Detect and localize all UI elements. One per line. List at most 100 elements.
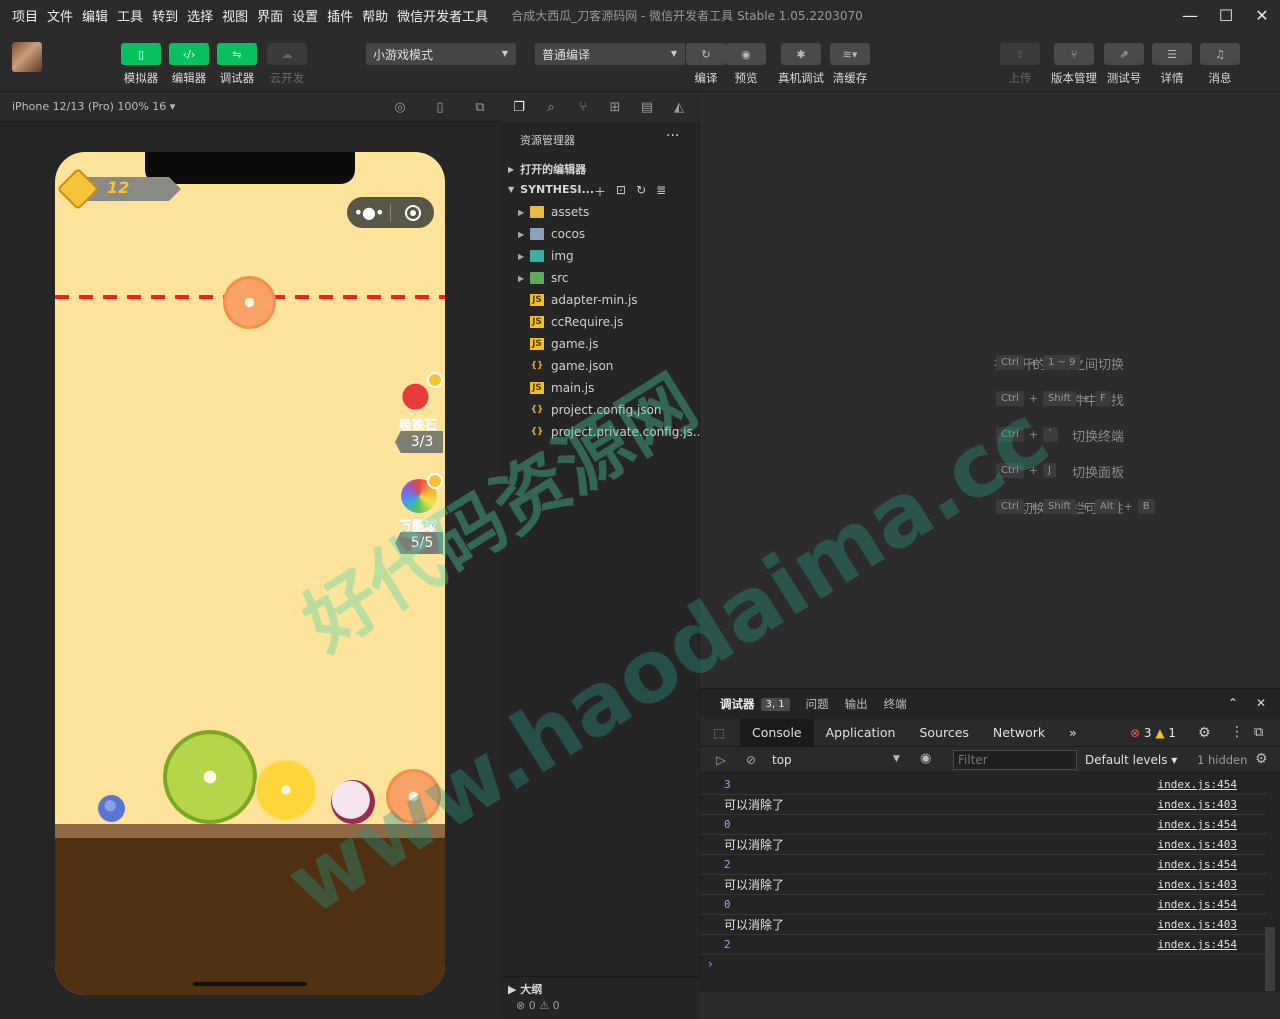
filter-input[interactable] <box>953 750 1077 770</box>
version-button[interactable]: ⑂ 版本管理 <box>1051 43 1097 86</box>
real-debug-button[interactable]: ✱ 真机调试 <box>778 43 824 86</box>
rainbow-ball-powerup[interactable]: 万能球 5/5 <box>393 473 445 559</box>
inspect-icon[interactable]: ⬚ <box>708 722 730 744</box>
tree-item-adapter-min[interactable]: JS adapter-min.js <box>518 289 638 311</box>
tree-item-ccrequire[interactable]: JS ccRequire.js <box>518 311 623 333</box>
project-section[interactable]: ▼ SYNTHESI... <box>508 183 594 196</box>
upload-button[interactable]: ⇪ 上传 <box>1000 43 1040 86</box>
tab-output[interactable]: 输出 <box>845 696 868 712</box>
tree-item-cocos[interactable]: ▶ cocos <box>518 223 585 245</box>
menu-project[interactable]: 项目 <box>12 6 38 25</box>
files-icon[interactable]: ❐ <box>508 96 530 118</box>
clear-console-icon[interactable]: ⊘ <box>740 749 762 771</box>
tree-item-assets[interactable]: ▶ assets <box>518 201 589 223</box>
avatar[interactable] <box>12 42 42 72</box>
chevron-up-icon[interactable]: ⌃ <box>1228 696 1238 710</box>
source-link[interactable]: index.js:403 <box>1158 878 1237 891</box>
menu-file[interactable]: 文件 <box>47 6 73 25</box>
source-link[interactable]: index.js:454 <box>1158 938 1237 951</box>
compile-select[interactable]: 普通编译 ▼ <box>535 43 685 65</box>
tree-item-src[interactable]: ▶ src <box>518 267 569 289</box>
collapse-all-icon[interactable]: ≣ <box>656 183 666 200</box>
source-link[interactable]: index.js:454 <box>1158 818 1237 831</box>
close-icon[interactable]: ✕ <box>1244 0 1280 30</box>
close-target-icon[interactable] <box>391 204 434 221</box>
error-warning-counter[interactable]: ⊗ 3 ▲ 1 <box>1130 726 1176 740</box>
clear-cache-button[interactable]: ≋▾ 清缓存 <box>830 43 870 86</box>
preview-button[interactable]: ◉ 预览 <box>726 43 766 86</box>
source-link[interactable]: index.js:454 <box>1158 898 1237 911</box>
menu-interface[interactable]: 界面 <box>257 6 283 25</box>
record-icon[interactable]: ◎ <box>392 99 408 115</box>
gear-icon[interactable]: ⚙ <box>1255 751 1268 767</box>
device-select[interactable]: iPhone 12/13 (Pro) 100% 16 ▾ <box>12 100 175 113</box>
editor-toggle-button[interactable]: ‹/› 编辑器 <box>169 43 209 86</box>
tab-debugger[interactable]: 调试器 <box>720 696 755 712</box>
tree-item-project-config[interactable]: {} project.config.json <box>518 399 662 421</box>
cloud-dev-button[interactable]: ☁ 云开发 <box>267 43 307 86</box>
console-scrollbar[interactable] <box>1265 927 1275 991</box>
source-link[interactable]: index.js:403 <box>1158 798 1237 811</box>
open-editors-section[interactable]: ▶ 打开的编辑器 <box>508 161 586 177</box>
source-control-icon[interactable]: ⑂ <box>572 96 594 118</box>
more-dots-icon[interactable]: •●• <box>347 203 390 222</box>
compile-button[interactable]: ↻ 编译 <box>686 43 726 86</box>
new-folder-icon[interactable]: ⊡ <box>616 183 626 200</box>
simulator-toggle-button[interactable]: ▯ 模拟器 <box>121 43 161 86</box>
extensions-icon[interactable]: ⊞ <box>604 96 626 118</box>
menu-settings[interactable]: 设置 <box>292 6 318 25</box>
storage-icon[interactable]: ▤ <box>636 96 658 118</box>
minimize-icon[interactable]: — <box>1172 0 1208 30</box>
game-screen[interactable]: 12 •●• 吸铁石 3/3 万能球 5/5 <box>55 152 445 995</box>
eye-icon[interactable]: ◉ <box>920 751 931 766</box>
source-link[interactable]: index.js:403 <box>1158 918 1237 931</box>
tree-item-img[interactable]: ▶ img <box>518 245 574 267</box>
menu-view[interactable]: 视图 <box>222 6 248 25</box>
dock-icon[interactable]: ⧉ <box>1254 725 1263 740</box>
outline-section[interactable]: ▶ 大纲 ⊗ 0 ⚠ 0 <box>500 976 700 1019</box>
menu-edit[interactable]: 编辑 <box>82 6 108 25</box>
console-prompt[interactable]: › <box>708 957 713 971</box>
tree-item-project-private-config[interactable]: {} project.private.config.js... <box>518 421 705 443</box>
status-problems[interactable]: ⊗ 0 ⚠ 0 <box>516 999 560 1012</box>
magnet-powerup[interactable]: 吸铁石 3/3 <box>393 372 445 458</box>
mode-select[interactable]: 小游戏模式 ▼ <box>366 43 516 65</box>
new-file-icon[interactable]: ＋ <box>594 183 606 200</box>
test-account-button[interactable]: ⇗ 测试号 <box>1104 43 1144 86</box>
source-link[interactable]: index.js:454 <box>1158 778 1237 791</box>
tab-application[interactable]: Application <box>814 719 908 747</box>
messages-button[interactable]: ♫ 消息 <box>1200 43 1240 86</box>
refresh-icon[interactable]: ↻ <box>636 183 646 200</box>
source-link[interactable]: index.js:403 <box>1158 838 1237 851</box>
close-icon[interactable]: ✕ <box>1256 696 1266 710</box>
tab-sources[interactable]: Sources <box>907 719 980 747</box>
debugger-toggle-button[interactable]: ⇋ 调试器 <box>217 43 257 86</box>
menu-wechat-devtools[interactable]: 微信开发者工具 <box>397 6 488 25</box>
more-tabs-icon[interactable]: » <box>1057 719 1089 747</box>
search-icon[interactable]: ⌕ <box>540 96 562 118</box>
tree-item-game-json[interactable]: {} game.json <box>518 355 614 377</box>
kebab-icon[interactable]: ⋮ <box>1230 724 1244 740</box>
source-link[interactable]: index.js:454 <box>1158 858 1237 871</box>
phone-rotate-icon[interactable]: ▯ <box>432 99 448 115</box>
docker-icon[interactable]: ◭ <box>668 96 690 118</box>
maximize-icon[interactable]: ☐ <box>1208 0 1244 30</box>
gear-icon[interactable]: ⚙ <box>1198 725 1211 741</box>
tab-terminal[interactable]: 终端 <box>884 696 907 712</box>
tab-problems[interactable]: 问题 <box>806 696 829 712</box>
menu-plugins[interactable]: 插件 <box>327 6 353 25</box>
tab-network[interactable]: Network <box>981 719 1057 747</box>
details-button[interactable]: ☰ 详情 <box>1152 43 1192 86</box>
menu-help[interactable]: 帮助 <box>362 6 388 25</box>
context-select[interactable]: top <box>772 753 792 767</box>
more-dots-icon[interactable]: ··· <box>666 128 679 144</box>
tree-item-game-js[interactable]: JS game.js <box>518 333 598 355</box>
levels-select[interactable]: Default levels ▾ <box>1085 753 1177 767</box>
menu-tools[interactable]: 工具 <box>117 6 143 25</box>
menu-select[interactable]: 选择 <box>187 6 213 25</box>
tab-console[interactable]: Console <box>740 718 814 747</box>
detach-window-icon[interactable]: ⧉ <box>472 99 488 115</box>
sidebar-toggle-icon[interactable]: ▷ <box>710 749 732 771</box>
menu-goto[interactable]: 转到 <box>152 6 178 25</box>
tree-item-main-js[interactable]: JS main.js <box>518 377 594 399</box>
